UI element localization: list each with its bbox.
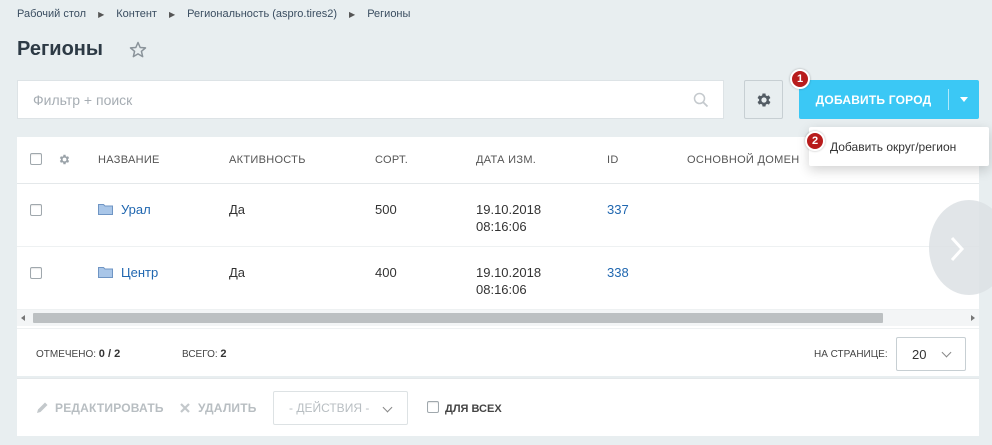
folder-icon [98,267,113,278]
row-checkbox[interactable] [30,204,42,216]
table-footer: ОТМЕЧЕНО: 0 / 2 ВСЕГО: 2 НА СТРАНИЦЕ: 20 [17,328,979,376]
cell-date: 19.10.2018 [476,265,542,280]
add-menu-toggle[interactable] [949,97,979,102]
breadcrumb: Рабочий стол ▶ Контент ▶ Региональность … [17,8,410,20]
total-value: 2 [220,348,227,360]
cell-time: 08:16:06 [476,282,527,297]
chevron-right-icon: ▶ [349,9,356,19]
cell-active: Да [229,265,246,280]
table-row[interactable]: Урал Да 500 19.10.2018 08:16:06 337 [17,184,979,247]
total-count: ВСЕГО: 2 [182,348,227,360]
menu-item-add-district[interactable]: Добавить округ/регион [830,140,956,154]
actions-select-value: - ДЕЙСТВИЯ - [289,401,370,415]
for-all-label: ДЛЯ ВСЕХ [445,403,502,415]
table-row[interactable]: Центр Да 400 19.10.2018 08:16:06 338 [17,247,979,310]
page-title: Регионы [17,38,103,60]
filter-search-input[interactable] [18,81,678,118]
chevron-right-icon: ▶ [98,9,105,19]
cell-id-link[interactable]: 337 [607,202,629,217]
chevron-down-icon [941,347,952,358]
cell-sort: 500 [375,202,397,217]
horizontal-scrollbar[interactable] [17,310,979,326]
group-actions-panel: РЕДАКТИРОВАТЬ УДАЛИТЬ - ДЕЙСТВИЯ - ДЛЯ В… [17,378,979,436]
caret-down-icon [960,97,968,102]
step-badge-1: 1 [790,69,810,89]
gear-icon [757,92,770,107]
pencil-icon [37,402,48,413]
edit-button[interactable]: РЕДАКТИРОВАТЬ [35,401,164,415]
per-page-label: НА СТРАНИЦЕ: [814,349,888,360]
cell-date: 19.10.2018 [476,202,542,217]
search-icon[interactable] [693,92,709,108]
chevron-down-icon [382,402,393,413]
region-name-link[interactable]: Центр [121,265,158,280]
row-checkbox[interactable] [30,267,42,279]
close-icon [180,403,190,413]
star-icon[interactable] [128,40,148,60]
column-header-date[interactable]: ДАТА ИЗМ. [476,154,536,166]
checked-count: ОТМЕЧЕНО: 0 / 2 [36,348,120,360]
column-header-name[interactable]: НАЗВАНИЕ [98,154,160,166]
cell-id-link[interactable]: 338 [607,265,629,280]
column-header-sort[interactable]: СОРТ. [375,154,408,166]
chevron-right-icon: ▶ [168,9,176,19]
folder-icon [98,204,113,215]
region-name-link[interactable]: Урал [121,202,151,217]
scroll-left-arrow-icon[interactable] [21,315,25,321]
actions-select[interactable]: - ДЕЙСТВИЯ - [273,391,408,425]
per-page-select[interactable]: 20 [896,337,966,371]
cell-sort: 400 [375,265,397,280]
add-city-button[interactable]: ДОБАВИТЬ ГОРОД [799,93,948,107]
settings-button[interactable] [744,80,783,119]
checked-value: 0 / 2 [98,348,121,360]
checked-label: ОТМЕЧЕНО: [36,349,96,360]
column-header-main-domain[interactable]: ОСНОВНОЙ ДОМЕН [687,154,799,166]
scroll-right-arrow-icon[interactable] [971,315,975,321]
chevron-right-icon [950,236,965,262]
step-badge-2: 2 [805,131,825,151]
breadcrumb-item-content[interactable]: Контент [116,8,157,20]
delete-label: УДАЛИТЬ [198,401,257,415]
breadcrumb-item-regionality[interactable]: Региональность (aspro.tires2) [187,8,337,20]
column-header-active[interactable]: АКТИВНОСТЬ [229,154,306,166]
cell-time: 08:16:06 [476,219,527,234]
scrollbar-thumb[interactable] [33,313,883,323]
per-page-value: 20 [912,346,927,362]
select-all-checkbox[interactable] [30,153,42,165]
gear-icon[interactable] [58,153,71,166]
add-dropdown-menu: Добавить округ/регион [809,127,989,166]
total-label: ВСЕГО: [182,349,218,360]
for-all-checkbox[interactable] [427,401,439,413]
column-header-id[interactable]: ID [607,154,619,166]
breadcrumb-item-regions[interactable]: Регионы [367,8,410,20]
filter-search-box [17,80,724,119]
edit-label: РЕДАКТИРОВАТЬ [55,401,164,415]
breadcrumb-item-desktop[interactable]: Рабочий стол [17,8,86,20]
cell-active: Да [229,202,246,217]
delete-button[interactable]: УДАЛИТЬ [179,401,257,415]
add-city-button-group: ДОБАВИТЬ ГОРОД [799,80,979,119]
